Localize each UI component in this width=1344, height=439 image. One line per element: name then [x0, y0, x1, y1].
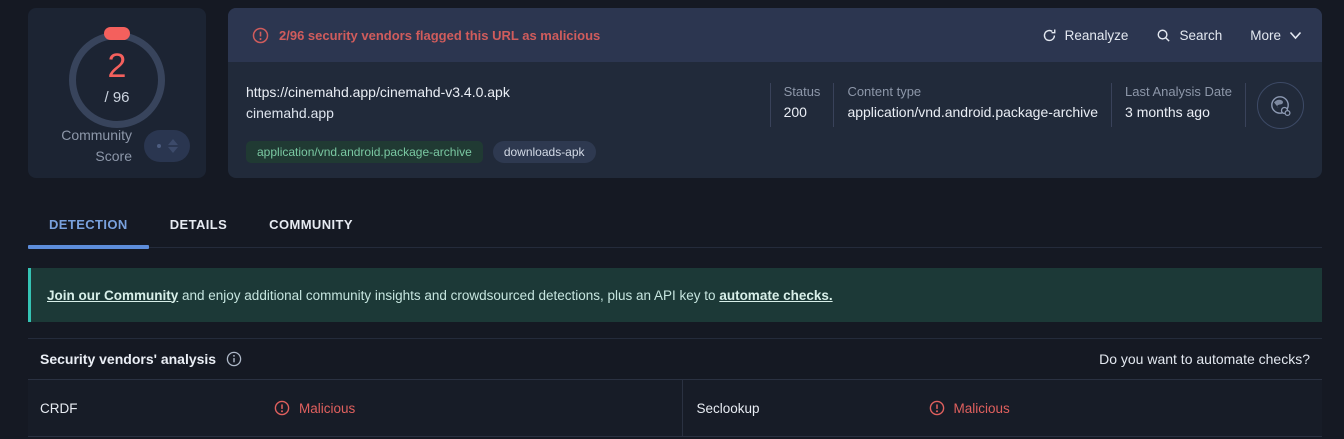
community-score-label: Community Score	[61, 126, 132, 165]
reanalyze-button[interactable]: Reanalyze	[1042, 28, 1128, 43]
url-globe-icon	[1257, 82, 1304, 129]
vendor-name: CRDF	[40, 400, 78, 416]
status-value: 200	[783, 104, 807, 120]
reanalyze-icon	[1043, 29, 1056, 41]
alert-bar: 2/96 security vendors flagged this URL a…	[228, 8, 1322, 62]
vote-carets	[168, 139, 178, 154]
warning-icon	[252, 27, 269, 43]
join-community-link[interactable]: Join our Community	[47, 288, 178, 303]
header-card-body: https://cinemahd.app/cinemahd-v3.4.0.apk…	[228, 62, 1322, 163]
report-tabs: DETECTION DETAILS COMMUNITY	[28, 202, 1322, 249]
malicious-icon	[274, 400, 290, 416]
tag-list: application/vnd.android.package-archive …	[246, 141, 770, 163]
url-metadata: Status 200 Content type application/vnd.…	[769, 82, 1304, 163]
detections-count: 2	[107, 47, 127, 85]
vote-down-icon	[168, 147, 178, 154]
tag-content-type[interactable]: application/vnd.android.package-archive	[246, 141, 483, 163]
last-analysis-value: 3 months ago	[1125, 104, 1210, 120]
vendor-result: Malicious	[915, 400, 1323, 416]
last-analysis-label: Last Analysis Date	[1125, 84, 1232, 99]
community-banner: Join our Community and enjoy additional …	[28, 268, 1322, 322]
divider	[1245, 83, 1246, 127]
toolbar: Reanalyze Search More	[1042, 28, 1302, 43]
vendor-results-row: CRDF Malicious Seclookup Malicious	[28, 380, 1322, 437]
search-icon	[1158, 29, 1171, 42]
vendor-name-cell: Seclookup	[681, 380, 915, 436]
banner-text: and enjoy additional community insights …	[178, 287, 720, 303]
header-card: 2/96 security vendors flagged this URL a…	[228, 8, 1322, 178]
tab-details[interactable]: DETAILS	[149, 202, 248, 247]
more-button[interactable]: More	[1250, 28, 1302, 43]
content-type-label: Content type	[847, 84, 922, 99]
content-type-value: application/vnd.android.package-archive	[847, 104, 1099, 120]
score-panel: 2 / 96 Community Score	[28, 8, 206, 178]
search-button[interactable]: Search	[1156, 28, 1222, 43]
vote-dot-icon	[157, 144, 161, 149]
vendor-result: Malicious	[274, 400, 682, 416]
analyzed-url[interactable]: https://cinemahd.app/cinemahd-v3.4.0.apk	[246, 82, 770, 103]
content-type-item: Content type application/vnd.android.pac…	[834, 82, 1111, 124]
score-red-arc	[104, 27, 130, 40]
detections-total: / 96	[104, 89, 130, 106]
analysis-section-header: Security vendors' analysis Do you want t…	[28, 338, 1322, 380]
automate-prompt[interactable]: Do you want to automate checks?	[1099, 351, 1310, 367]
more-chevron-icon	[1289, 31, 1302, 39]
alert-text: 2/96 security vendors flagged this URL a…	[279, 27, 601, 43]
malicious-icon	[929, 400, 944, 416]
status-item: Status 200	[771, 82, 834, 124]
analysis-title: Security vendors' analysis	[40, 351, 217, 367]
status-label: Status	[783, 84, 821, 99]
community-score-row: Community Score	[28, 125, 190, 168]
tag-downloads-apk[interactable]: downloads-apk	[492, 141, 596, 163]
automate-checks-link[interactable]: automate checks.	[719, 288, 832, 303]
tab-community[interactable]: COMMUNITY	[248, 202, 374, 247]
vendor-name: Seclookup	[696, 400, 760, 416]
virustotal-url-report: 2 / 96 Community Score 2/96 security ven…	[0, 0, 1344, 439]
url-block: https://cinemahd.app/cinemahd-v3.4.0.apk…	[246, 82, 770, 163]
info-icon[interactable]	[226, 351, 242, 367]
vote-up-icon	[168, 139, 178, 146]
detection-score-gauge: 2 / 96	[69, 27, 165, 128]
malicious-alert: 2/96 security vendors flagged this URL a…	[252, 27, 600, 44]
community-vote-widget[interactable]	[144, 130, 190, 163]
tab-detection[interactable]: DETECTION	[28, 202, 149, 249]
url-domain[interactable]: cinemahd.app	[246, 103, 770, 124]
last-analysis-item: Last Analysis Date 3 months ago	[1112, 82, 1245, 124]
